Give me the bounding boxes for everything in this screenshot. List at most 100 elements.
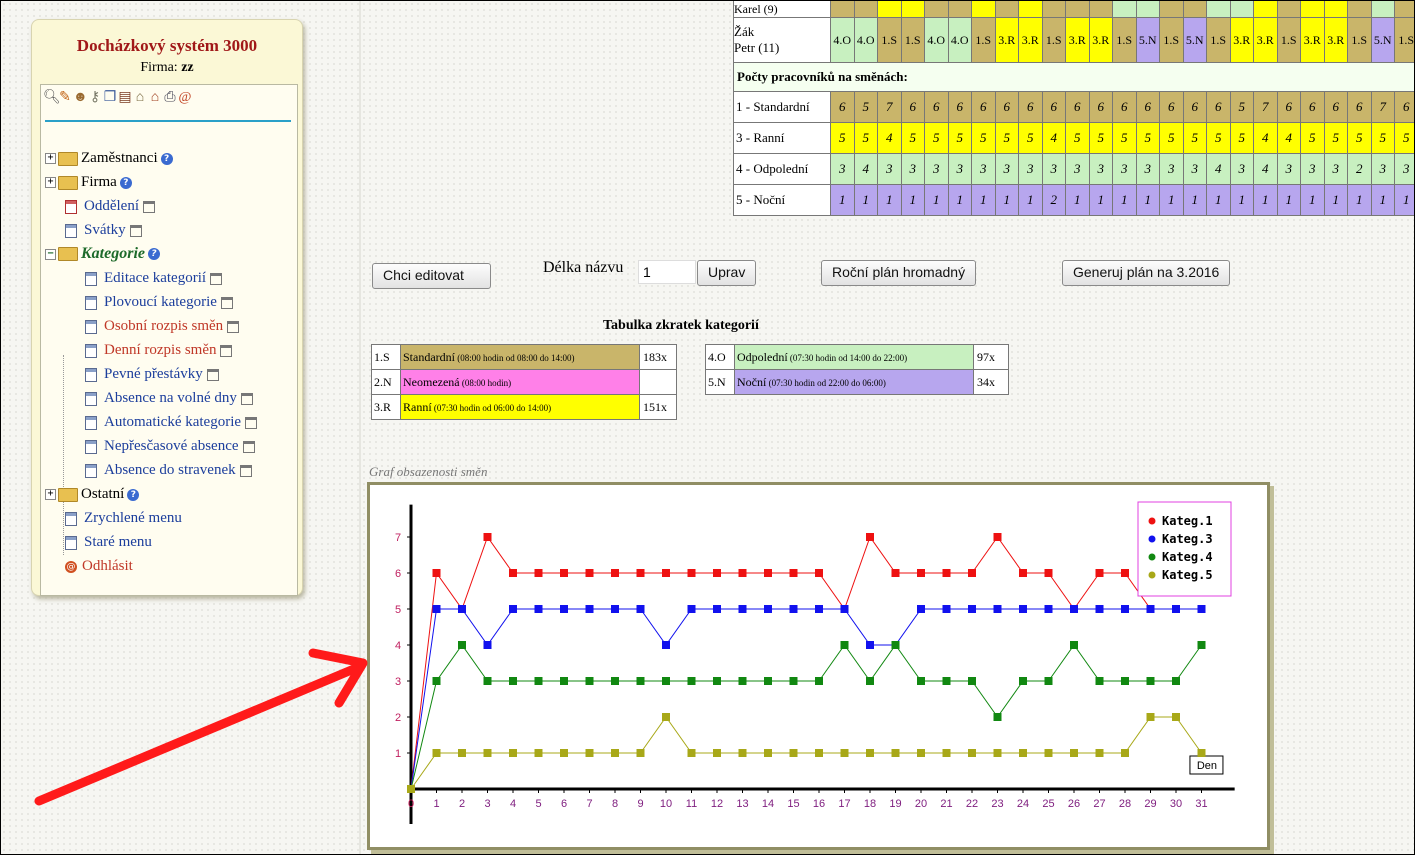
shift-cell — [1018, 1, 1043, 18]
data-point — [1121, 569, 1129, 577]
new-window-icon[interactable] — [206, 368, 219, 381]
shift-cell: 3.R — [1300, 17, 1325, 63]
data-point — [1172, 677, 1180, 685]
count-cell: 3 — [1276, 153, 1301, 185]
data-point — [483, 677, 492, 685]
shift-cell: 3.R — [1065, 17, 1090, 63]
collapse-icon[interactable]: − — [45, 248, 56, 260]
new-window-icon[interactable] — [242, 440, 255, 453]
at-icon[interactable]: @ — [178, 90, 193, 106]
count-cell: 1 — [1370, 184, 1395, 216]
abbrev-code: 4.O — [705, 344, 735, 370]
data-point — [1095, 605, 1104, 613]
sidebar-item-absence-volne-dny[interactable]: Absence na volné dny — [85, 387, 253, 409]
data-point — [432, 749, 441, 757]
sidebar-item-zamestnanci[interactable]: + Zaměstnanci? — [45, 147, 173, 169]
sidebar-item-osobni-rozpis[interactable]: Osobní rozpis směn — [85, 315, 240, 337]
count-cell: 6 — [994, 91, 1019, 123]
copy-icon[interactable]: ❐ — [103, 89, 118, 106]
sidebar-item-zrychlene-menu[interactable]: Zrychlené menu — [65, 507, 182, 529]
data-point — [815, 569, 823, 577]
shift-cell — [1135, 1, 1160, 18]
data-point — [1019, 605, 1027, 613]
sidebar-item-firma[interactable]: + Firma? — [45, 171, 132, 193]
sidebar-item-label: Zaměstnanci — [81, 150, 158, 166]
help-icon[interactable]: ? — [127, 488, 140, 501]
abbrev-count: 183x — [639, 344, 677, 370]
help-icon[interactable]: ? — [119, 176, 132, 189]
sidebar-item-kategorie[interactable]: − Kategorie? — [45, 243, 160, 265]
sidebar-item-denni-rozpis[interactable]: Denní rozpis směn — [85, 339, 233, 361]
data-point — [458, 641, 466, 649]
new-window-icon[interactable] — [220, 344, 233, 357]
yearly-plan-button[interactable]: Roční plán hromadný — [821, 260, 977, 286]
x-tick-label: 17 — [838, 798, 850, 810]
name-length-input[interactable]: 1 — [638, 260, 696, 284]
sidebar-item-ostatni[interactable]: + Ostatní? — [45, 483, 140, 505]
search-icon[interactable]: 🔍︎ — [43, 89, 61, 106]
count-cell: 6 — [1041, 91, 1066, 123]
help-icon[interactable]: ? — [148, 248, 160, 261]
count-cell: 1 — [994, 184, 1019, 216]
data-point — [866, 533, 874, 541]
key-icon[interactable]: ⚷ — [88, 89, 103, 106]
legend-marker — [1148, 571, 1156, 579]
new-window-icon[interactable] — [210, 272, 223, 285]
generate-plan-button[interactable]: Generuj plán na 3.2016 — [1062, 260, 1231, 286]
data-point — [611, 677, 619, 685]
expand-icon[interactable]: + — [45, 489, 56, 501]
users-icon[interactable]: ☻ — [73, 90, 88, 106]
expand-icon[interactable]: + — [45, 153, 56, 165]
count-cell: 1 — [853, 184, 878, 216]
pencil-icon[interactable]: ✎ — [58, 89, 73, 106]
sidebar-item-svatky[interactable]: Svátky — [65, 219, 142, 241]
table-row: Žák Petr (11) 4.O 4.O 1.S 1.S 4.O 4.O 1.S 3.R 3.R 1… — [733, 17, 1414, 63]
new-window-icon[interactable] — [129, 224, 142, 237]
sidebar-item-stare-menu[interactable]: Staré menu — [65, 531, 152, 553]
sidebar-item-plovouci-kategorie[interactable]: Plovoucí kategorie — [85, 291, 233, 313]
new-window-icon[interactable] — [245, 416, 258, 429]
data-point — [1172, 605, 1180, 613]
data-point — [789, 605, 798, 613]
count-cell: 5 — [971, 122, 996, 154]
new-window-icon[interactable] — [220, 296, 233, 309]
abbrev-table: 1.S Standardní (08:00 hodin od 08:00 do 1… — [371, 344, 677, 420]
new-window-icon[interactable] — [240, 392, 253, 405]
data-point — [534, 749, 543, 757]
edit-button[interactable]: Chci editovat — [372, 263, 491, 289]
bank-icon[interactable]: ⌂ — [133, 90, 148, 106]
sidebar-item-pevne-prestavky[interactable]: Pevné přestávky — [85, 363, 219, 385]
sidebar-item-absence-stravenky[interactable]: Absence do stravenek — [85, 459, 252, 481]
count-cell: 3 — [1323, 153, 1348, 185]
count-cell: 6 — [924, 91, 949, 123]
home-icon[interactable]: ⌂ — [148, 90, 163, 106]
abbrev-name: Odpolední (07:30 hodin od 14:00 do 22:00… — [734, 344, 974, 370]
sidebar-item-nepresc-absence[interactable]: Nepřesčasové absence — [85, 435, 255, 457]
printer-icon[interactable]: ⎙ — [163, 90, 178, 106]
sidebar-item-automaticke-kategorie[interactable]: Automatické kategorie — [85, 411, 258, 433]
sidebar-item-label: Firma — [81, 174, 117, 190]
new-window-icon[interactable] — [239, 464, 252, 477]
sidebar-item-oddeleni[interactable]: Oddělení — [65, 195, 155, 217]
expand-icon[interactable]: + — [45, 177, 56, 189]
count-cell: 1 — [1253, 184, 1278, 216]
help-icon[interactable]: ? — [160, 152, 173, 165]
new-window-icon[interactable] — [227, 320, 240, 333]
data-point — [534, 605, 543, 613]
x-tick-label: 15 — [787, 798, 799, 810]
sidebar-item-editace-kategorii[interactable]: Editace kategorií — [85, 267, 223, 289]
count-cell: 6 — [971, 91, 996, 123]
sidebar-item-odhlasit[interactable]: @ Odhlásit — [65, 555, 133, 577]
data-point — [993, 749, 1002, 757]
count-cell: 4 — [877, 122, 902, 154]
apply-button[interactable]: Uprav — [697, 260, 757, 286]
data-point — [1019, 569, 1027, 577]
data-point — [866, 749, 874, 757]
data-point — [891, 749, 900, 757]
new-window-icon[interactable] — [142, 200, 155, 213]
count-cell: 7 — [1370, 91, 1395, 123]
book-icon[interactable]: ▤ — [118, 89, 133, 106]
folder-icon — [58, 247, 78, 262]
category-name: Noční — [737, 374, 767, 389]
data-point — [764, 749, 772, 757]
